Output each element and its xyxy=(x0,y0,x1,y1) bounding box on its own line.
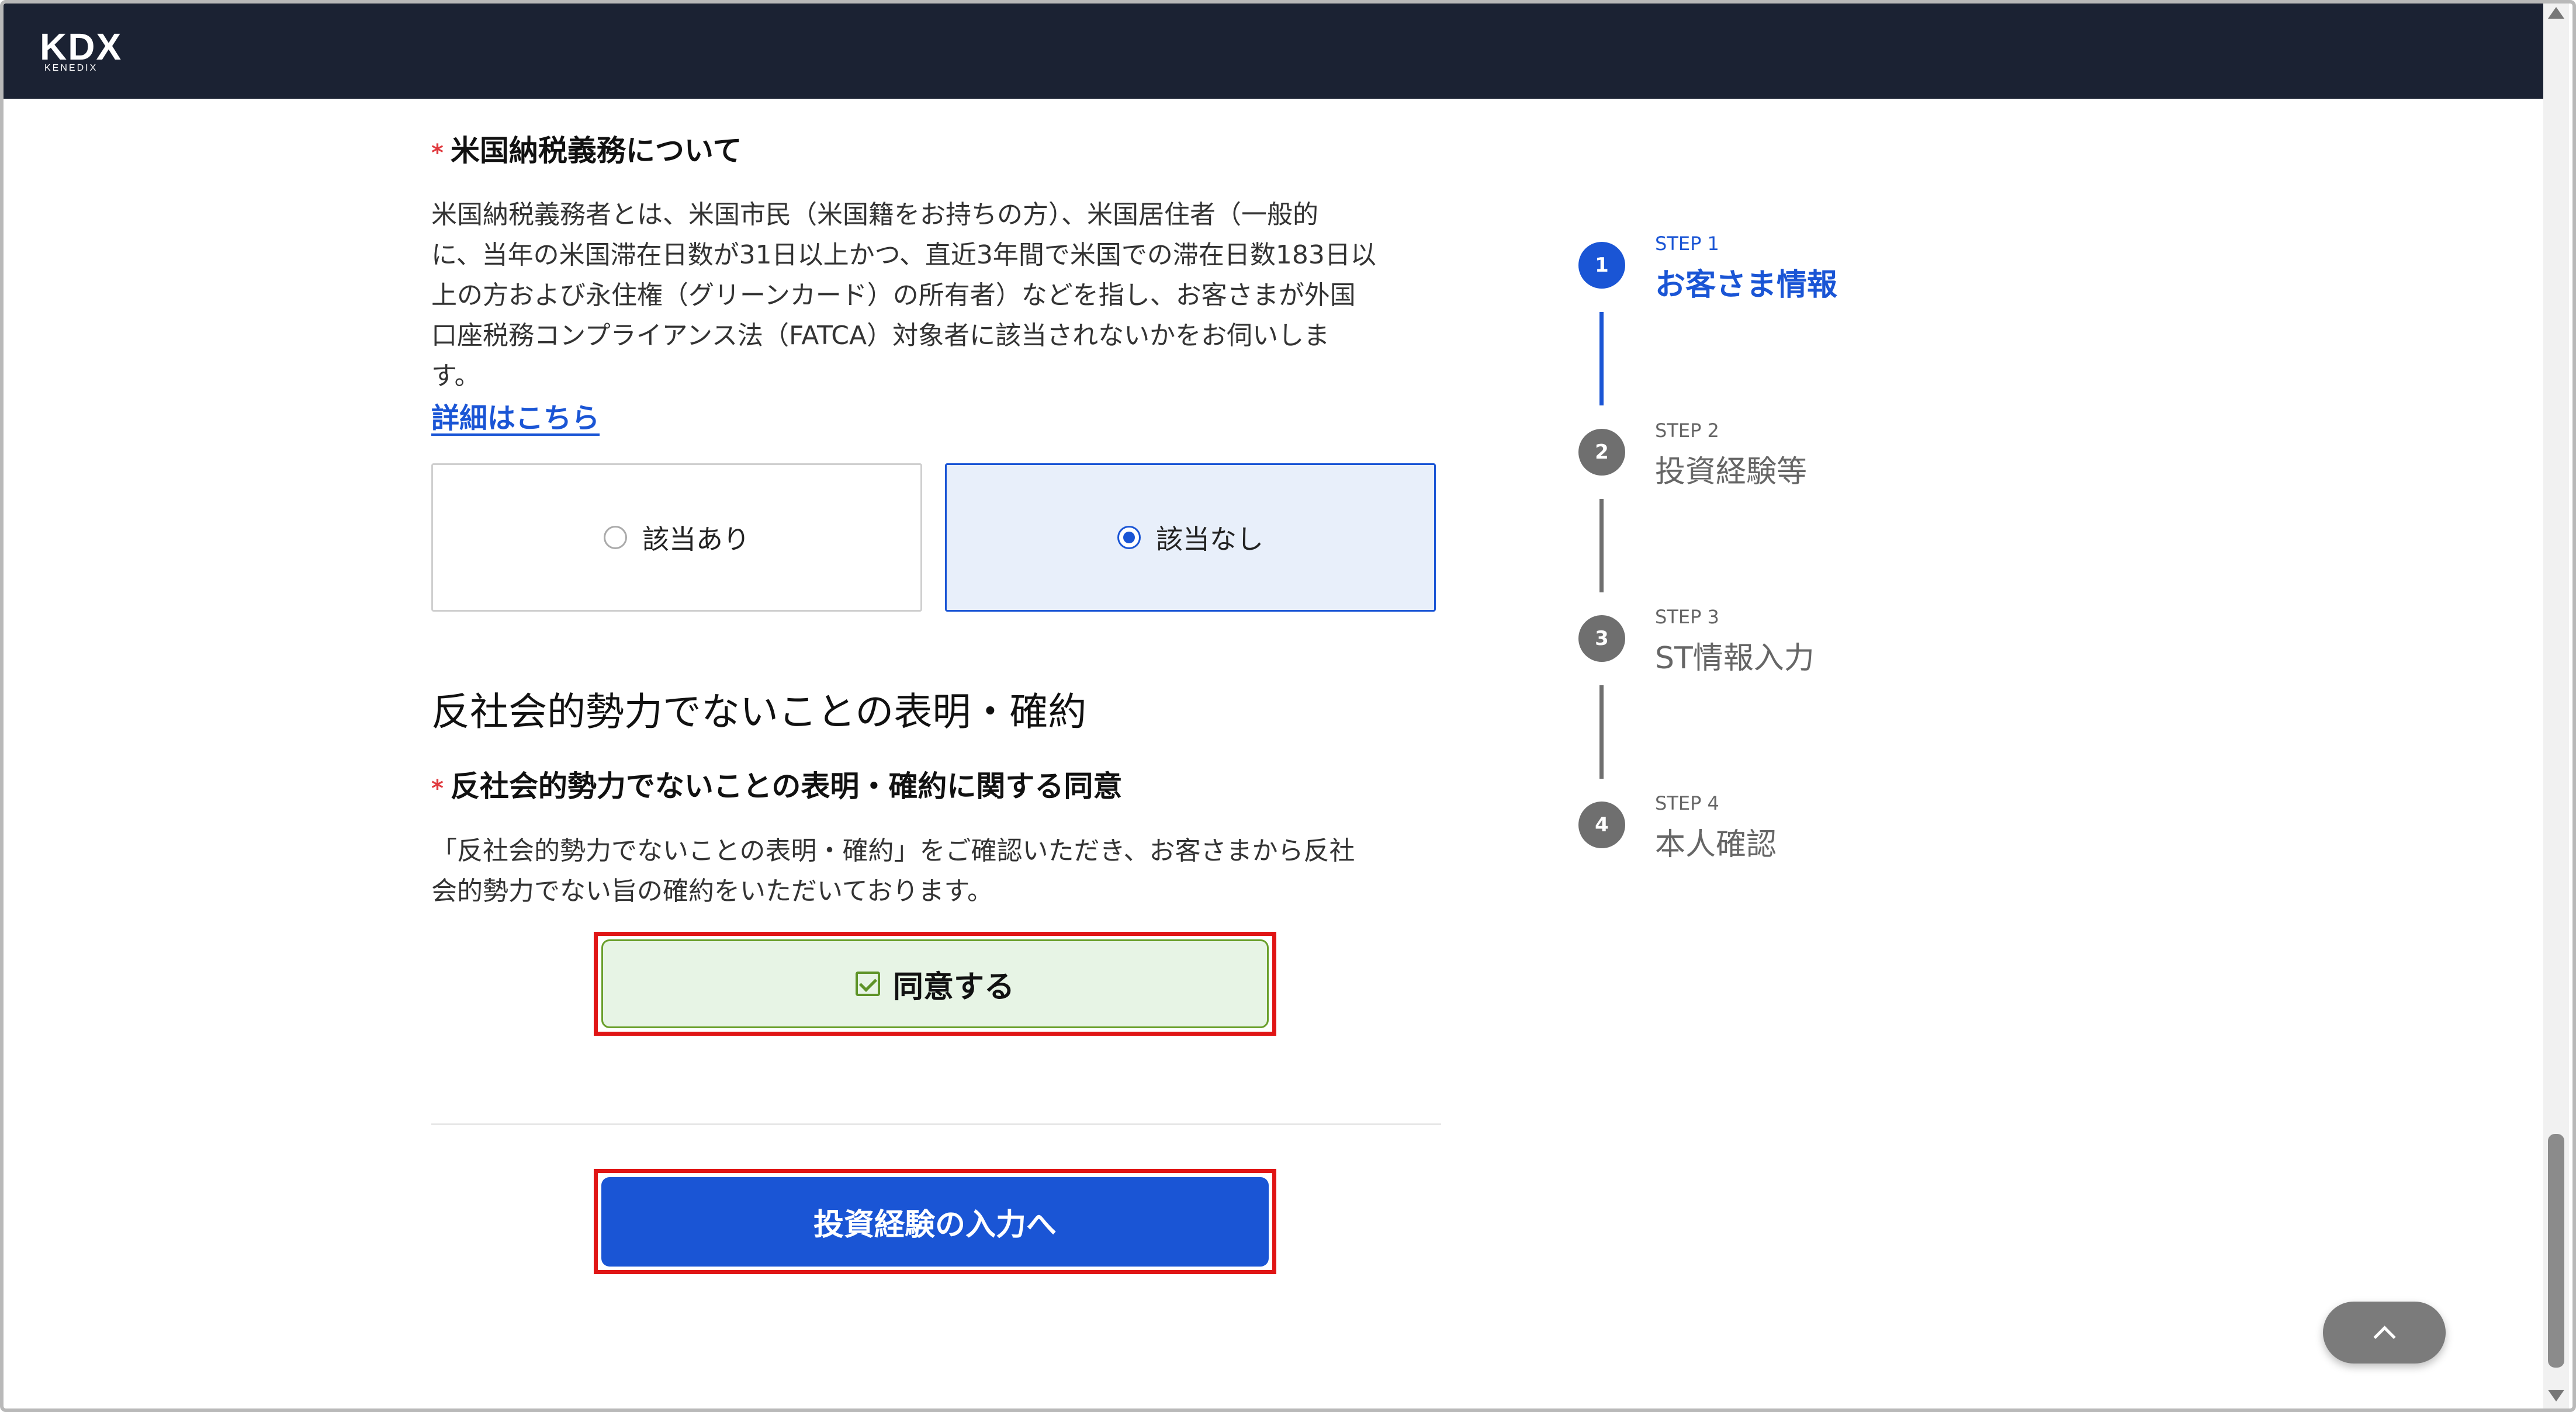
kdx-logo[interactable]: KDX KENEDIX xyxy=(40,28,122,74)
antisocial-title: * 反社会的勢力でないことの表明・確約に関する同意 xyxy=(431,763,1122,805)
step-2-label: STEP 2 xyxy=(1655,419,1719,442)
step-connector-2 xyxy=(1599,499,1604,592)
step-2-name: 投資経験等 xyxy=(1655,455,1808,490)
fatca-title: * 米国納税義務について xyxy=(431,127,742,169)
antisocial-description: 「反社会的勢力でないことの表明・確約」をご確認いただき、お客さまから反社 会的勢… xyxy=(431,831,1448,911)
step-3-name: ST情報入力 xyxy=(1655,641,1815,676)
radio-unselected-icon[interactable] xyxy=(604,526,627,549)
fatca-description-line: す。 xyxy=(431,361,480,391)
step-1-label: STEP 1 xyxy=(1655,233,1719,255)
antisocial-title-text: 反社会的勢力でないことの表明・確約に関する同意 xyxy=(450,769,1123,803)
fatca-description: 米国納税義務者とは、米国市民（米国籍をお持ちの方）、米国居住者（一般的 に、当年… xyxy=(431,195,1448,396)
step-1-name: お客さま情報 xyxy=(1655,268,1838,303)
header-bar: KDX KENEDIX xyxy=(4,4,2543,99)
step-1-circle: 1 xyxy=(1578,242,1625,289)
antisocial-heading: 反社会的勢力でないことの表明・確約 xyxy=(431,689,1087,734)
step-4-name: 本人確認 xyxy=(1655,827,1777,862)
fatca-description-line: 米国納税義務者とは、米国市民（米国籍をお持ちの方）、米国居住者（一般的 xyxy=(431,200,1318,230)
vertical-scrollbar[interactable] xyxy=(2543,4,2569,1408)
step-4-circle: 4 xyxy=(1578,802,1625,848)
fatca-description-line: に、当年の米国滞在日数が31日以上かつ、直近3年間で米国での滞在日数183日以 xyxy=(431,240,1376,270)
fatca-description-line: 上の方および永住権（グリーンカード）の所有者）などを指し、お客さまが外国 xyxy=(431,280,1356,310)
scroll-up-arrow-icon[interactable] xyxy=(2548,7,2564,19)
scroll-down-arrow-icon[interactable] xyxy=(2548,1390,2564,1401)
step-3-label: STEP 3 xyxy=(1655,606,1719,628)
step-4-label: STEP 4 xyxy=(1655,792,1719,814)
required-mark: * xyxy=(431,775,444,802)
fatca-option-yes[interactable]: 該当あり xyxy=(431,463,922,612)
logo-main-text: KDX xyxy=(40,26,123,68)
chevron-up-icon xyxy=(2373,1325,2396,1348)
agree-checkbox-button[interactable]: 同意する xyxy=(601,939,1269,1028)
antisocial-description-line: 「反社会的勢力でないことの表明・確約」をご確認いただき、お客さまから反社 xyxy=(431,836,1355,866)
section-divider xyxy=(431,1123,1441,1125)
antisocial-description-line: 会的勢力でない旨の確約をいただいております。 xyxy=(431,876,993,906)
fatca-option-yes-label: 該当あり xyxy=(642,523,750,555)
scroll-thumb[interactable] xyxy=(2548,1134,2564,1368)
scroll-to-top-button[interactable] xyxy=(2323,1302,2446,1364)
fatca-detail-link[interactable]: 詳細はこちら xyxy=(431,395,600,436)
step-2-circle: 2 xyxy=(1578,429,1625,476)
radio-selected-icon[interactable] xyxy=(1117,526,1141,549)
step-3-circle: 3 xyxy=(1578,615,1625,662)
fatca-description-line: 口座税務コンプライアンス法（FATCA）対象者に該当されないかをお伺いしま xyxy=(431,321,1330,351)
required-mark: * xyxy=(431,140,444,166)
checkbox-checked-icon xyxy=(855,972,880,996)
fatca-option-no[interactable]: 該当なし xyxy=(945,463,1436,612)
next-investment-experience-button[interactable]: 投資経験の入力へ xyxy=(601,1177,1269,1267)
agree-label: 同意する xyxy=(892,969,1015,1005)
fatca-title-text: 米国納税義務について xyxy=(450,134,742,168)
step-connector-3 xyxy=(1599,685,1604,779)
fatca-option-no-label: 該当なし xyxy=(1156,523,1263,555)
step-connector-1 xyxy=(1599,312,1604,405)
